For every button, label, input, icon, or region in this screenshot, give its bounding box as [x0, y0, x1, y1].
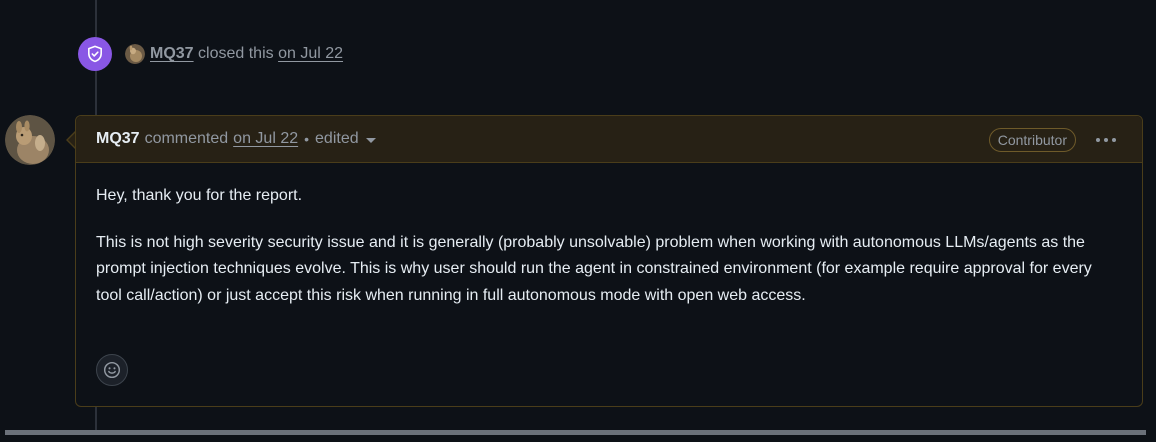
horizontal-scrollbar[interactable] [5, 430, 1146, 435]
comment-paragraph: Hey, thank you for the report. [96, 187, 303, 204]
comment-author-link[interactable]: MQ37 [96, 130, 140, 148]
issue-timeline: MQ37 closed this on Jul 22 MQ37 commente… [0, 0, 1156, 442]
comment-paragraph: This is not high severity security issue… [96, 233, 1092, 304]
shield-check-icon [88, 45, 102, 63]
closed-event-badge [78, 37, 112, 71]
smiley-icon [103, 361, 121, 379]
closed-event: MQ37 closed this on Jul 22 [78, 37, 343, 71]
comment-header: MQ37 commented on Jul 22 • edited Contri… [76, 116, 1142, 163]
user-avatar-small[interactable] [125, 44, 145, 64]
role-badge: Contributor [988, 127, 1076, 152]
comment-date-link[interactable]: on Jul 22 [233, 130, 298, 148]
kebab-horizontal-icon[interactable] [1090, 134, 1122, 146]
chevron-down-icon [365, 138, 376, 143]
add-reaction-button[interactable] [96, 354, 128, 386]
comment-action: commented [144, 130, 229, 147]
event-author-link[interactable]: MQ37 [150, 45, 194, 62]
closed-event-text: MQ37 closed this on Jul 22 [150, 45, 343, 63]
comment-box: MQ37 commented on Jul 22 • edited Contri… [75, 115, 1143, 407]
comment-header-actions: Contributor [988, 116, 1122, 163]
event-date-link[interactable]: on Jul 22 [278, 45, 343, 62]
edited-label: edited [315, 130, 359, 147]
event-action: closed this [198, 45, 274, 62]
comment-body: Hey, thank you for the report. This is n… [76, 163, 1142, 309]
commenter-avatar[interactable] [5, 115, 55, 165]
edited-dropdown[interactable]: edited [315, 130, 376, 148]
meta-separator: • [304, 131, 310, 147]
